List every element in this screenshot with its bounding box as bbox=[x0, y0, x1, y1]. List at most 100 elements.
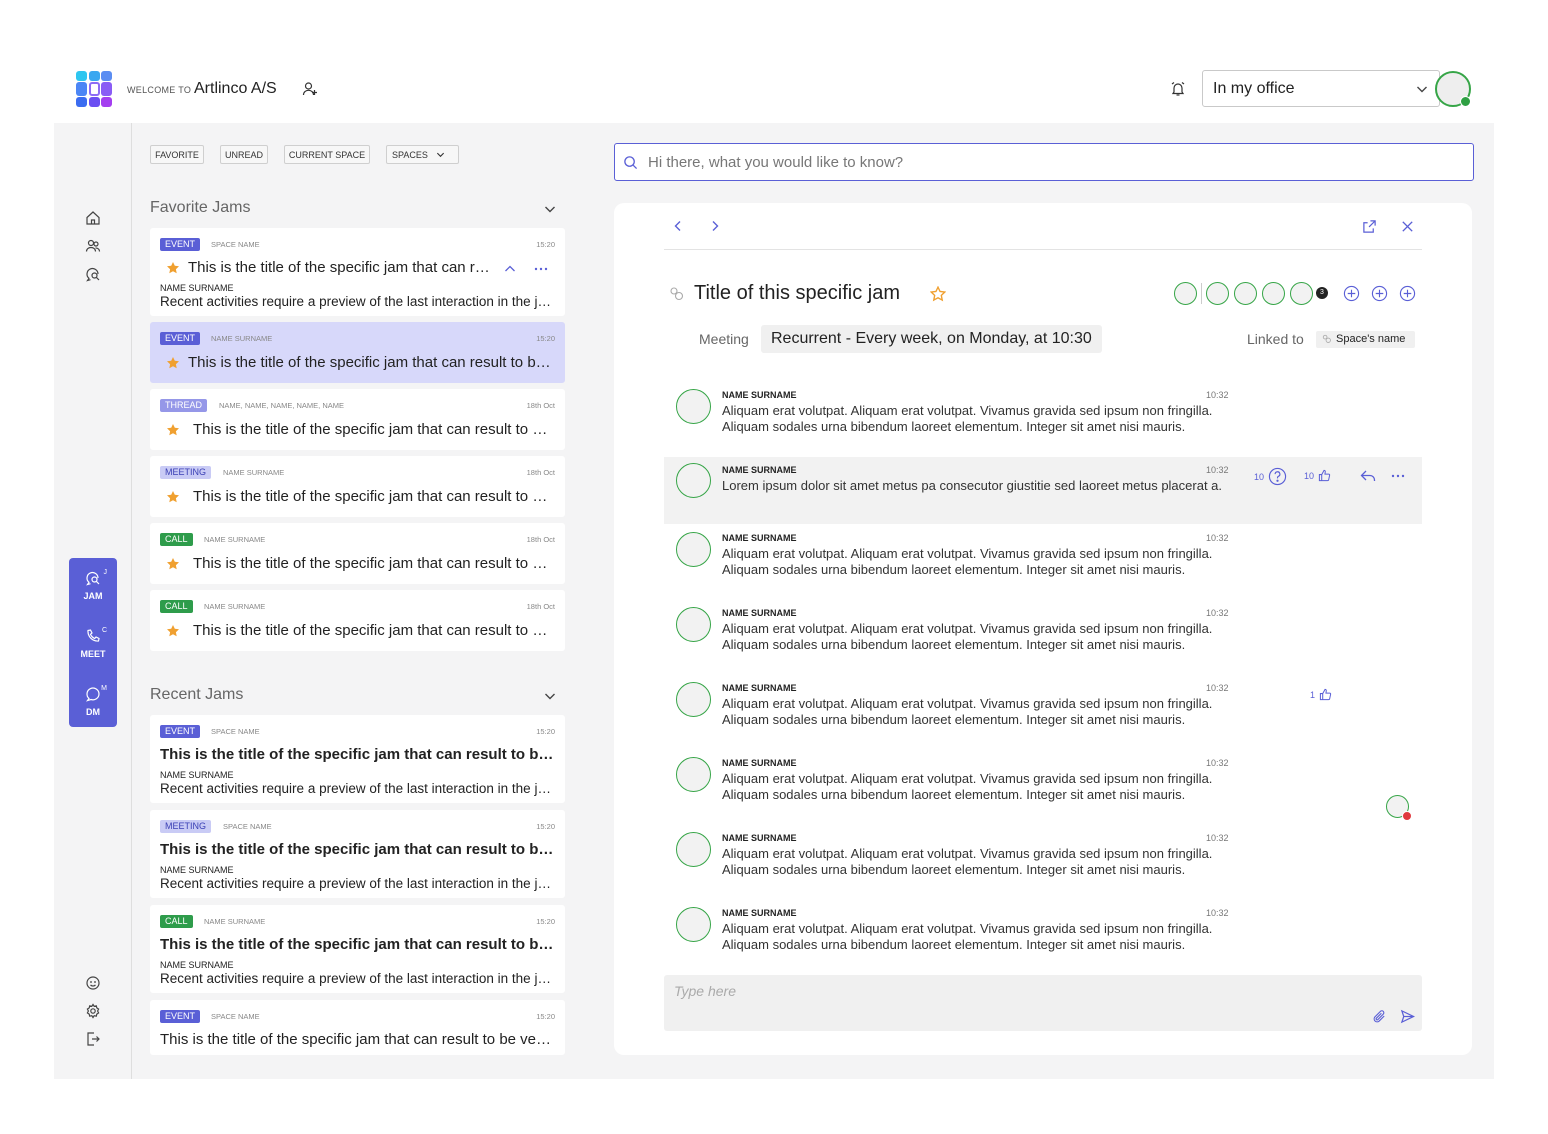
jam-meta: NAME SURNAME bbox=[223, 468, 285, 477]
jam-time: 15:20 bbox=[536, 727, 555, 736]
jam-card[interactable]: CALL NAME SURNAME 18th Oct This is the t… bbox=[150, 523, 565, 584]
app-logo bbox=[76, 71, 112, 107]
people-icon[interactable] bbox=[85, 238, 101, 254]
jam-title: This is the title of the specific jam th… bbox=[160, 841, 555, 858]
emoji-icon[interactable] bbox=[85, 975, 101, 991]
jam-type-tag: CALL bbox=[160, 533, 193, 546]
search-input[interactable] bbox=[648, 153, 1448, 171]
jam-card[interactable]: EVENT SPACE NAME 15:20 This is the title… bbox=[150, 715, 565, 803]
chevron-down-icon[interactable] bbox=[543, 202, 557, 216]
chevron-left-icon[interactable] bbox=[671, 219, 685, 233]
more-icon[interactable] bbox=[1390, 469, 1406, 483]
avatar[interactable] bbox=[676, 682, 711, 717]
logo-tile bbox=[76, 82, 87, 96]
filter-unread[interactable]: UNREAD bbox=[220, 145, 268, 164]
thumbs-up-icon bbox=[1319, 688, 1332, 701]
avatar[interactable] bbox=[676, 463, 711, 498]
participant-avatar[interactable] bbox=[1262, 282, 1285, 305]
close-icon[interactable] bbox=[1400, 219, 1415, 234]
jam-meta: NAME SURNAME bbox=[204, 917, 266, 926]
recent-jams-title: Recent Jams bbox=[150, 686, 244, 703]
reply-icon[interactable] bbox=[1360, 469, 1376, 483]
mode-label: DM bbox=[86, 707, 100, 717]
linked-space-chip[interactable]: Space's name bbox=[1316, 331, 1416, 348]
jam-card-selected[interactable]: EVENT NAME SURNAME 15:20 This is the tit… bbox=[150, 322, 565, 383]
alarm-icon[interactable] bbox=[1170, 81, 1186, 97]
jam-card[interactable]: CALL NAME SURNAME 15:20 This is the titl… bbox=[150, 905, 565, 993]
send-icon[interactable] bbox=[1400, 1009, 1415, 1024]
jam-meta: SPACE NAME bbox=[211, 727, 260, 736]
filter-current-space[interactable]: CURRENT SPACE bbox=[284, 145, 370, 164]
participant-avatar[interactable] bbox=[1174, 282, 1197, 305]
message-time: 10:32 bbox=[1206, 608, 1229, 618]
star-icon[interactable] bbox=[166, 490, 180, 504]
question-reaction[interactable]: 10 bbox=[1254, 467, 1287, 486]
add-user-icon[interactable] bbox=[302, 81, 318, 97]
avatar[interactable] bbox=[676, 832, 711, 867]
more-icon[interactable] bbox=[533, 262, 549, 276]
chat-search-icon[interactable] bbox=[85, 266, 101, 282]
mode-label: JAM bbox=[83, 591, 103, 601]
like-reaction[interactable]: 10 bbox=[1304, 469, 1331, 482]
filter-spaces[interactable]: SPACES bbox=[386, 145, 459, 164]
mode-dm[interactable]: M DM bbox=[69, 685, 117, 717]
like-reaction[interactable]: 1 bbox=[1310, 688, 1332, 701]
star-icon[interactable] bbox=[166, 557, 180, 571]
jam-time: 18th Oct bbox=[526, 535, 555, 544]
jam-card[interactable]: MEETING NAME SURNAME 18th Oct This is th… bbox=[150, 456, 565, 517]
jam-type-tag: THREAD bbox=[160, 399, 208, 412]
logout-icon[interactable] bbox=[85, 1031, 101, 1047]
search-icon bbox=[624, 155, 638, 169]
welcome-label: WELCOME TO bbox=[127, 85, 192, 95]
status-select[interactable]: In my office bbox=[1202, 70, 1440, 107]
jam-type-tag: CALL bbox=[160, 915, 193, 928]
jam-card[interactable]: EVENT SPACE NAME 15:20 This is the title… bbox=[150, 1000, 565, 1055]
chevron-down-icon bbox=[1417, 86, 1427, 92]
jam-card[interactable]: MEETING SPACE NAME 15:20 This is the tit… bbox=[150, 810, 565, 898]
jam-card[interactable]: CALL NAME SURNAME 18th Oct This is the t… bbox=[150, 590, 565, 651]
message-time: 10:32 bbox=[1206, 465, 1229, 475]
jam-time: 15:20 bbox=[536, 917, 555, 926]
chevron-down-icon[interactable] bbox=[543, 689, 557, 703]
chevron-up-icon[interactable] bbox=[503, 262, 517, 276]
plus-circle-icon[interactable] bbox=[1399, 285, 1416, 302]
chevron-right-icon[interactable] bbox=[708, 219, 722, 233]
jam-last-author: NAME SURNAME bbox=[160, 283, 234, 293]
read-receipt-avatar[interactable] bbox=[1386, 795, 1412, 821]
jam-time: 15:20 bbox=[536, 334, 555, 343]
star-icon[interactable] bbox=[166, 261, 180, 275]
user-avatar[interactable] bbox=[1435, 71, 1471, 107]
participant-avatar[interactable] bbox=[1206, 282, 1229, 305]
attach-icon[interactable] bbox=[1372, 1009, 1387, 1024]
avatar[interactable] bbox=[676, 757, 711, 792]
message-time: 10:32 bbox=[1206, 533, 1229, 543]
filter-favorite[interactable]: FAVORITE bbox=[150, 145, 204, 164]
star-icon[interactable] bbox=[166, 356, 180, 370]
avatar[interactable] bbox=[676, 907, 711, 942]
logo-tile bbox=[76, 71, 87, 81]
jam-card[interactable]: EVENT SPACE NAME 15:20 This is the title… bbox=[150, 228, 565, 316]
message-input[interactable] bbox=[674, 983, 1274, 999]
message-time: 10:32 bbox=[1206, 833, 1229, 843]
home-icon[interactable] bbox=[85, 210, 101, 226]
star-icon[interactable] bbox=[166, 423, 180, 437]
avatar[interactable] bbox=[676, 607, 711, 642]
jam-card[interactable]: THREAD NAME, NAME, NAME, NAME, NAME 18th… bbox=[150, 389, 565, 450]
plus-circle-icon[interactable] bbox=[1343, 285, 1360, 302]
star-icon[interactable] bbox=[166, 624, 180, 638]
star-icon[interactable] bbox=[930, 286, 946, 302]
message: NAME SURNAME 10:32 Aliquam erat volutpat… bbox=[664, 753, 1422, 825]
participant-avatar[interactable] bbox=[1234, 282, 1257, 305]
settings-icon[interactable] bbox=[85, 1003, 101, 1019]
plus-circle-icon[interactable] bbox=[1371, 285, 1388, 302]
open-external-icon[interactable] bbox=[1362, 219, 1377, 234]
avatar[interactable] bbox=[676, 389, 711, 424]
avatar[interactable] bbox=[676, 532, 711, 567]
mode-meet[interactable]: C MEET bbox=[69, 627, 117, 659]
participant-overflow-badge[interactable]: 3 bbox=[1316, 287, 1328, 299]
mode-jam[interactable]: J JAM bbox=[69, 569, 117, 601]
jam-title: This is the title of the specific jam th… bbox=[188, 259, 496, 276]
jam-meta: NAME SURNAME bbox=[204, 535, 266, 544]
chat-search-icon bbox=[86, 571, 100, 586]
participant-avatar[interactable] bbox=[1290, 282, 1313, 305]
